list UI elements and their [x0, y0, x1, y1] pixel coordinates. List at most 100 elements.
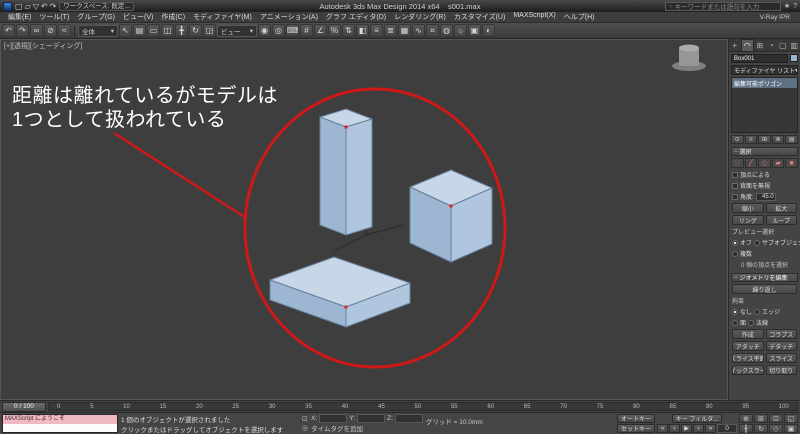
viewport-label[interactable]: [+][透視][シェーディング] [4, 41, 82, 51]
timetag-button[interactable]: タイムタグを追加 [311, 423, 423, 433]
polygon-mode-icon[interactable]: ▰ [772, 158, 785, 168]
tab-motion[interactable]: ◔ [766, 39, 778, 51]
tab-utilities[interactable]: ▥ [789, 39, 800, 51]
use-pivot-icon[interactable]: ◉ [258, 24, 271, 37]
search-input[interactable]: ○キーワードまたは語句を入力 [665, 2, 781, 11]
angle-field[interactable]: 45.0 [756, 193, 776, 201]
select-by-name-icon[interactable]: ▤ [133, 24, 146, 37]
tab-modify[interactable]: ◠ [741, 39, 755, 51]
render-frame-icon[interactable]: ▣ [468, 24, 481, 37]
menu-item[interactable]: グラフ エディタ(D) [322, 12, 390, 22]
favorites-icon[interactable]: ★ [784, 2, 790, 10]
current-frame-field[interactable]: 0 [717, 424, 737, 433]
menu-item[interactable]: MAXScript(X) [509, 12, 559, 22]
by-vertex-checkbox[interactable]: 頂点による [729, 169, 800, 180]
orbit-icon[interactable]: ↻ [754, 424, 768, 433]
ignore-backfacing-checkbox[interactable]: 背面を無視 [729, 180, 800, 191]
menu-item[interactable]: 作成(C) [157, 12, 189, 22]
configure-modifier-sets-icon[interactable]: ▤ [785, 135, 798, 144]
menu-item[interactable]: レンダリング(R) [390, 12, 450, 22]
collapse-button[interactable]: コラプス [766, 329, 798, 339]
ring-button[interactable]: リング [732, 215, 764, 225]
zoom-region-icon[interactable]: ◱ [784, 414, 798, 423]
box-cube[interactable] [410, 170, 492, 262]
maxscript-mini-listener[interactable]: MAXScript にようこそ [2, 414, 118, 433]
render-production-icon[interactable]: ◐ [482, 24, 495, 37]
cut-button[interactable]: 切り取り [766, 365, 798, 375]
menu-item[interactable]: モディファイヤ(M) [189, 12, 256, 22]
zoom-icon[interactable]: ⊕ [739, 414, 753, 423]
go-end-button[interactable]: » [705, 424, 716, 433]
edge-mode-icon[interactable]: ╱ [745, 158, 758, 168]
open-file-icon[interactable]: ▱ [25, 2, 31, 11]
rect-selection-icon[interactable]: ▭ [147, 24, 160, 37]
select-scale-icon[interactable]: ◲ [203, 24, 216, 37]
fov-icon[interactable]: ◇ [769, 424, 783, 433]
slice-plane-button[interactable]: スライス平面 [732, 353, 764, 363]
absolute-mode-icon[interactable]: ◎ [302, 424, 308, 432]
pan-icon[interactable]: ╂ [739, 424, 753, 433]
redo-icon[interactable]: ↷ [16, 24, 29, 37]
box-flat[interactable] [270, 257, 410, 327]
lock-selection-icon[interactable]: ⊡ [302, 415, 308, 423]
unlink-icon[interactable]: ⊘ [44, 24, 57, 37]
constraint-face-radio[interactable] [732, 320, 738, 326]
tab-create[interactable]: + [729, 39, 741, 51]
checkbox[interactable] [732, 194, 738, 200]
bind-spacewarp-icon[interactable]: ≈ [58, 24, 71, 37]
listener-pink-line[interactable]: MAXScript にようこそ [3, 415, 117, 424]
snap-toggle-icon[interactable]: # [300, 24, 313, 37]
viewcube[interactable] [672, 45, 706, 72]
perspective-viewport[interactable]: [+][透視][シェーディング] 距離は離れているがモデルは 1つとして扱われて… [0, 39, 728, 400]
new-scene-icon[interactable]: ▢ [15, 2, 23, 11]
graphite-ribbon-icon[interactable]: ▦ [398, 24, 411, 37]
y-field[interactable] [357, 414, 385, 423]
angle-snap-icon[interactable]: ∠ [314, 24, 327, 37]
go-start-button[interactable]: « [657, 424, 668, 433]
play-button[interactable]: ▶ [681, 424, 692, 433]
reference-coordinate-dropdown[interactable]: ビュー▾ [217, 25, 257, 37]
select-move-icon[interactable]: ╋ [175, 24, 188, 37]
vertex-mode-icon[interactable]: ∷ [731, 158, 744, 168]
create-button[interactable]: 作成 [732, 329, 764, 339]
time-slider-handle[interactable]: 0 / 100 [2, 402, 46, 412]
select-rotate-icon[interactable]: ↻ [189, 24, 202, 37]
select-link-icon[interactable]: ∞ [30, 24, 43, 37]
next-frame-button[interactable]: › [693, 424, 704, 433]
align-icon[interactable]: ≡ [370, 24, 383, 37]
stack-item-editable-poly[interactable]: 編集可能ポリゴン [732, 78, 797, 88]
show-end-result-icon[interactable]: ≡ [745, 135, 758, 144]
maximize-viewport-icon[interactable]: ▣ [784, 424, 798, 433]
layer-manager-icon[interactable]: ≣ [384, 24, 397, 37]
rollout-selection[interactable]: 選択 [731, 147, 798, 156]
tab-hierarchy[interactable]: ⊞ [754, 39, 766, 51]
detach-button[interactable]: デタッチ [766, 341, 798, 351]
repeat-last-button[interactable]: 繰り返し [732, 284, 797, 294]
vray-ipr-label[interactable]: V-Ray IPR [760, 14, 796, 21]
menu-item[interactable]: ツール(T) [35, 12, 73, 22]
rollout-edit-geometry[interactable]: ジオメトリを編集 [731, 273, 798, 282]
app-icon[interactable] [3, 2, 12, 11]
menu-item[interactable]: 編集(E) [4, 12, 35, 22]
preview-subobject-radio[interactable] [754, 240, 760, 246]
zoom-extents-icon[interactable]: ⊡ [769, 414, 783, 423]
save-file-icon[interactable]: ▽ [33, 2, 39, 11]
modifier-stack[interactable]: 編集可能ポリゴン [731, 77, 798, 133]
select-manipulate-icon[interactable]: ◎ [272, 24, 285, 37]
grow-button[interactable]: 拡大 [766, 203, 798, 213]
menu-item[interactable]: グループ(G) [73, 12, 119, 22]
menu-item[interactable]: カスタマイズ(U) [450, 12, 510, 22]
workspace-dropdown[interactable]: ワークスペース: 既定... [59, 2, 134, 11]
tab-display[interactable]: ▢ [777, 39, 789, 51]
window-crossing-icon[interactable]: ◫ [161, 24, 174, 37]
preview-off-radio[interactable] [732, 240, 738, 246]
z-field[interactable] [395, 414, 423, 423]
undo-icon[interactable]: ↶ [41, 2, 48, 11]
x-field[interactable] [319, 414, 347, 423]
auto-key-button[interactable]: オートキー [617, 414, 655, 423]
modifier-list-dropdown[interactable]: モディファイヤ リスト ▾ [731, 65, 798, 75]
slice-button[interactable]: スライス [766, 353, 798, 363]
remove-modifier-icon[interactable]: ⊗ [772, 135, 785, 144]
checkbox[interactable] [732, 183, 738, 189]
shrink-button[interactable]: 縮小 [732, 203, 764, 213]
